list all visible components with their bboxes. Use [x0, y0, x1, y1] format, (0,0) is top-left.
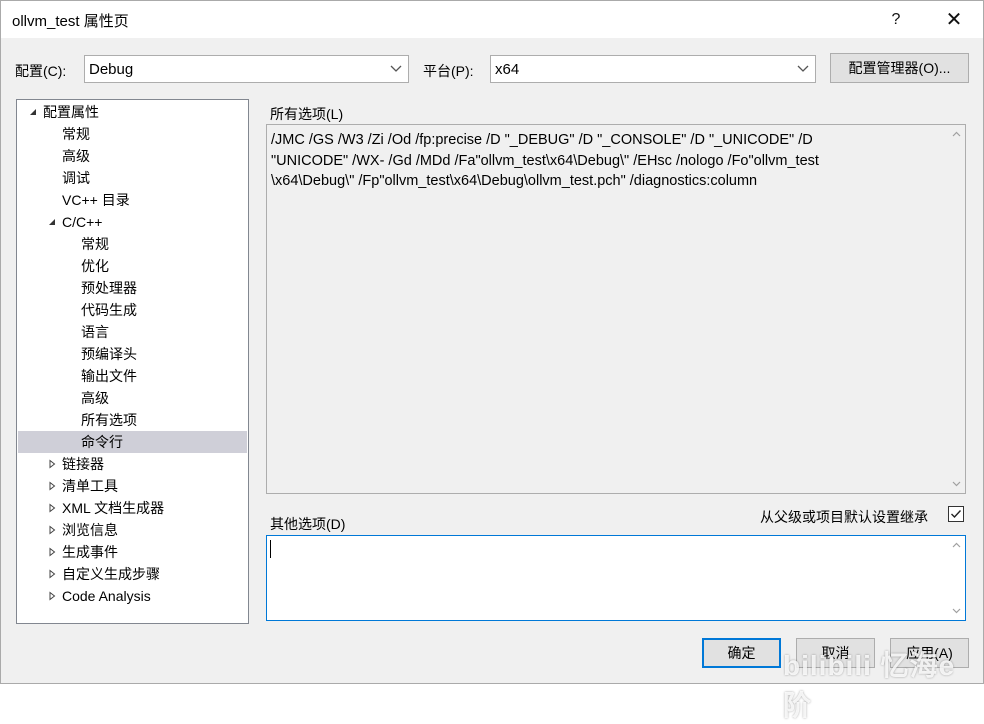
text-caret [270, 540, 271, 558]
inherit-label: 从父级或项目默认设置继承 [760, 509, 928, 525]
tree-item[interactable]: 代码生成 [18, 299, 247, 321]
config-value: Debug [89, 61, 134, 78]
tree-item-label: Code Analysis [62, 588, 151, 604]
tree-item-label: 输出文件 [81, 368, 137, 384]
collapsed-arrow-icon[interactable] [47, 481, 57, 491]
scroll-down-icon[interactable] [952, 606, 961, 615]
all-options-scrollbar[interactable] [948, 125, 965, 493]
tree-item-label: 浏览信息 [62, 522, 118, 538]
close-icon: ✕ [945, 9, 963, 31]
all-options-text: /JMC /GS /W3 /Zi /Od /fp:precise /D "_DE… [271, 132, 819, 189]
tree-item[interactable]: 语言 [18, 321, 247, 343]
window-title: ollvm_test 属性页 [12, 13, 129, 30]
config-manager-button[interactable]: 配置管理器(O)... [830, 53, 969, 83]
tree-item[interactable]: 优化 [18, 255, 247, 277]
tree-item-label: VC++ 目录 [62, 192, 130, 208]
config-label: 配置(C): [15, 63, 67, 79]
tree-item[interactable]: 浏览信息 [18, 519, 247, 541]
tree-item-label: 链接器 [62, 456, 104, 472]
other-options-scrollbar[interactable] [948, 536, 965, 620]
chevron-down-icon [797, 65, 809, 72]
platform-combo[interactable]: x64 [490, 55, 816, 83]
scroll-down-icon[interactable] [952, 479, 961, 488]
tree-item[interactable]: 链接器 [18, 453, 247, 475]
tree-item-label: 自定义生成步骤 [62, 566, 160, 582]
close-button[interactable]: ✕ [931, 1, 977, 38]
tree-item[interactable]: 高级 [18, 387, 247, 409]
all-options-label: 所有选项(L) [270, 106, 344, 122]
tree-item[interactable]: 生成事件 [18, 541, 247, 563]
chevron-down-icon [390, 65, 402, 72]
collapsed-arrow-icon[interactable] [47, 569, 57, 579]
ok-button[interactable]: 确定 [702, 638, 781, 668]
collapsed-arrow-icon[interactable] [47, 459, 57, 469]
tree-item[interactable]: 常规 [18, 123, 247, 145]
config-combo[interactable]: Debug [84, 55, 409, 83]
watermark: bilibili 忆海e阶 [783, 650, 956, 721]
tree-item[interactable]: 预处理器 [18, 277, 247, 299]
tree-item-label: 预编译头 [81, 346, 137, 362]
platform-value: x64 [495, 61, 520, 78]
scroll-up-icon[interactable] [952, 130, 961, 139]
tree-item-label: 所有选项 [81, 412, 137, 428]
platform-label: 平台(P): [423, 63, 474, 79]
tree-item-label: 生成事件 [62, 544, 118, 560]
tree-item-label: 语言 [81, 324, 109, 340]
title-bar: ollvm_test 属性页 ? ✕ [1, 1, 983, 38]
tree-item[interactable]: C/C++ [18, 211, 247, 233]
tree-item-label: 预处理器 [81, 280, 137, 296]
all-options-textbox[interactable]: /JMC /GS /W3 /Zi /Od /fp:precise /D "_DE… [266, 124, 966, 494]
inherit-checkbox[interactable] [948, 506, 964, 522]
tree-item-label: 常规 [81, 236, 109, 252]
tree-item[interactable]: 命令行 [18, 431, 247, 453]
tree-item-label: 清单工具 [62, 478, 118, 494]
help-button[interactable]: ? [873, 1, 919, 38]
tree-item-label: 常规 [62, 126, 90, 142]
tree-item-label: 命令行 [81, 434, 123, 450]
tree-item[interactable]: 自定义生成步骤 [18, 563, 247, 585]
collapsed-arrow-icon[interactable] [47, 503, 57, 513]
tree-item[interactable]: 预编译头 [18, 343, 247, 365]
property-tree[interactable]: 配置属性 常规 高级 调试 VC++ 目录 C/C++ 常规 优化 预处理器 代码生成 语言 预编译头… [16, 99, 249, 624]
tree-item-label: 配置属性 [43, 104, 99, 120]
tree-item-label: C/C++ [62, 214, 103, 230]
other-options-label: 其他选项(D) [270, 516, 346, 532]
expanded-arrow-icon[interactable] [47, 217, 57, 227]
tree-item-label: 高级 [62, 148, 90, 164]
tree-item[interactable]: 所有选项 [18, 409, 247, 431]
tree-item-label: 代码生成 [81, 302, 137, 318]
tree-item[interactable]: 高级 [18, 145, 247, 167]
tree-item[interactable]: 调试 [18, 167, 247, 189]
scroll-up-icon[interactable] [952, 541, 961, 550]
tree-item[interactable]: 清单工具 [18, 475, 247, 497]
expanded-arrow-icon[interactable] [28, 107, 38, 117]
collapsed-arrow-icon[interactable] [47, 591, 57, 601]
tree-item[interactable]: Code Analysis [18, 585, 247, 607]
tree-item[interactable]: XML 文档生成器 [18, 497, 247, 519]
tree-item[interactable]: 常规 [18, 233, 247, 255]
checkmark-icon [951, 510, 962, 519]
collapsed-arrow-icon[interactable] [47, 547, 57, 557]
tree-item-label: 调试 [62, 170, 90, 186]
tree-item[interactable]: 输出文件 [18, 365, 247, 387]
other-options-textbox[interactable] [266, 535, 966, 621]
tree-item[interactable]: 配置属性 [18, 101, 247, 123]
tree-item-label: 优化 [81, 258, 109, 274]
properties-dialog: ollvm_test 属性页 ? ✕ 配置(C): Debug 平台(P): x… [0, 0, 984, 721]
tree-item-label: 高级 [81, 390, 109, 406]
help-icon: ? [891, 10, 901, 28]
tree-item-label: XML 文档生成器 [62, 500, 165, 516]
collapsed-arrow-icon[interactable] [47, 525, 57, 535]
tree-item[interactable]: VC++ 目录 [18, 189, 247, 211]
